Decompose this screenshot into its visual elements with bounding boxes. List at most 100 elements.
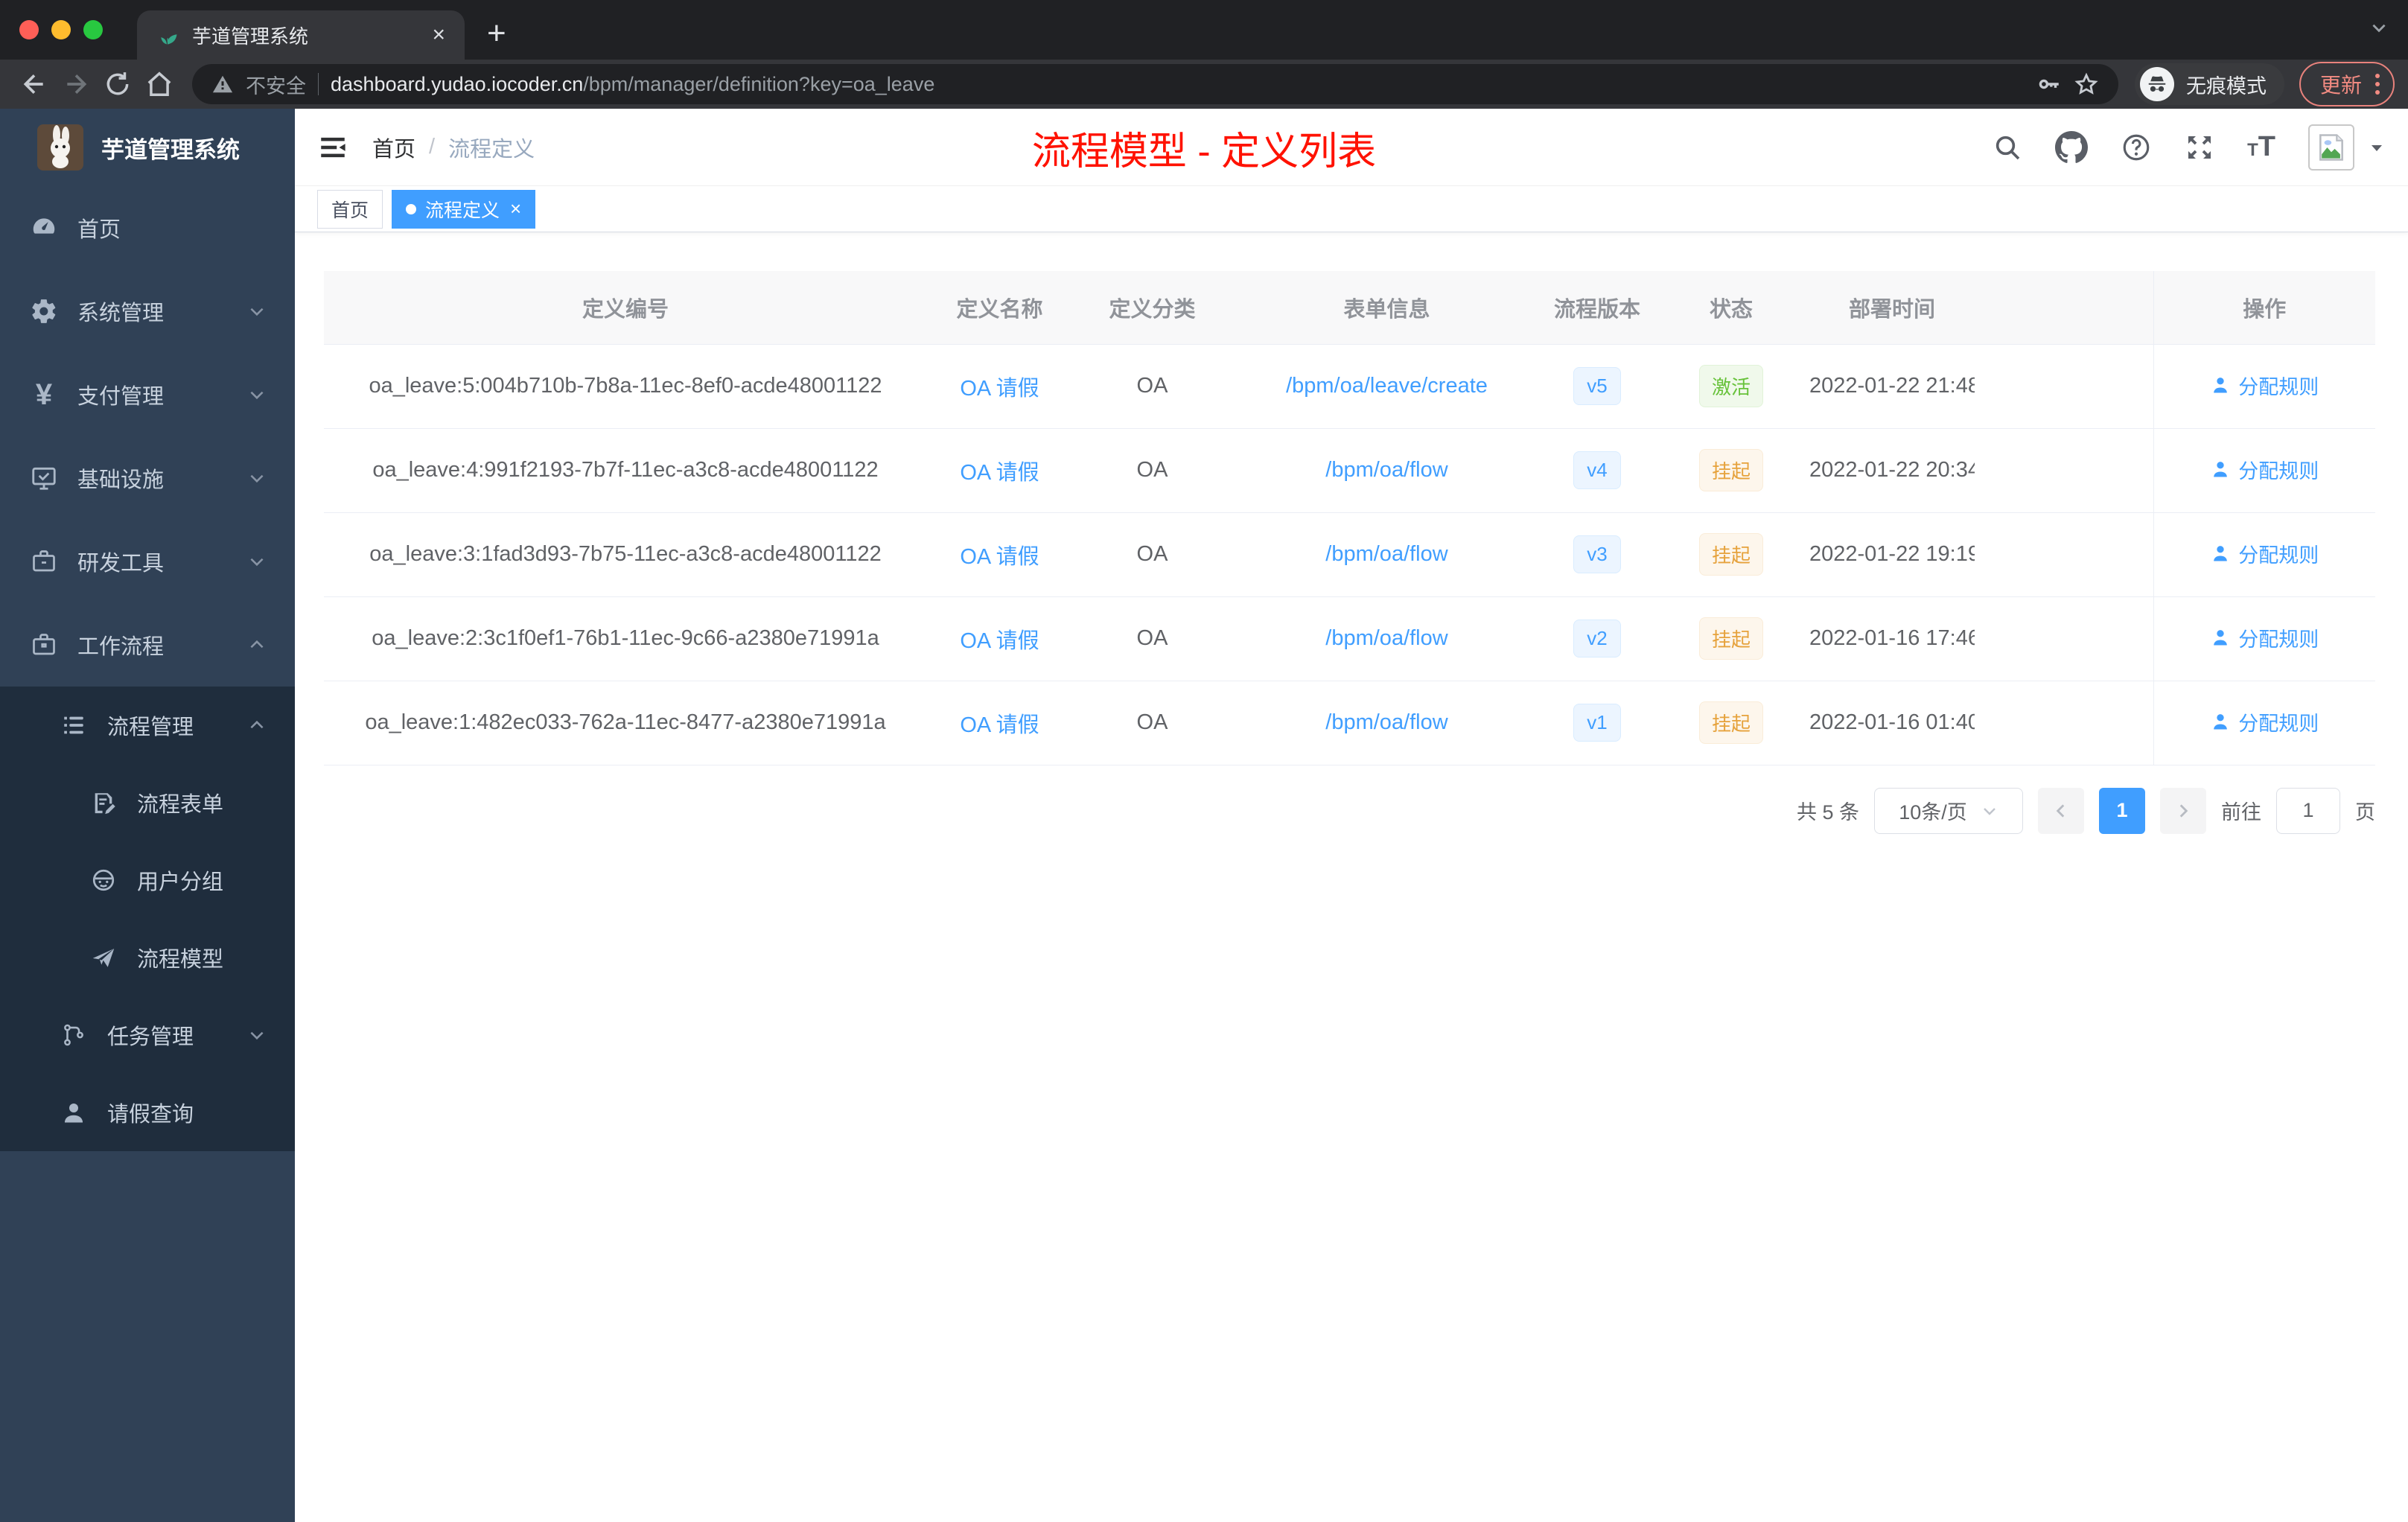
sidebar-item-process-form[interactable]: 流程表单 (0, 764, 295, 841)
column-header-category: 定义分类 (1072, 271, 1232, 345)
assign-rule-link[interactable]: 分配规则 (2210, 707, 2319, 736)
definition-name-link[interactable]: OA 请假 (960, 629, 1039, 653)
maximize-window-button[interactable] (83, 20, 103, 39)
cell-definition-id: oa_leave:1:482ec033-762a-11ec-8477-a2380… (324, 681, 927, 765)
new-tab-button[interactable]: + (487, 15, 506, 52)
definition-name-link[interactable]: OA 请假 (960, 713, 1039, 737)
form-link[interactable]: /bpm/oa/leave/create (1286, 374, 1488, 398)
status-badge: 挂起 (1698, 533, 1763, 576)
toolbox-icon (28, 548, 60, 575)
status-badge: 挂起 (1698, 701, 1763, 744)
version-badge: v3 (1573, 535, 1621, 573)
user-avatar-broken-image[interactable] (2308, 124, 2354, 171)
sidebar-item-task-management[interactable]: 任务管理 (0, 996, 295, 1074)
address-bar[interactable]: 不安全 dashboard.yudao.iocoder.cn/bpm/manag… (192, 64, 2118, 104)
window-controls (0, 20, 122, 39)
bookmark-star-icon[interactable] (2074, 71, 2099, 97)
chrome-update-button[interactable]: 更新 (2299, 62, 2395, 106)
page-content: 定义编号 定义名称 定义分类 表单信息 流程版本 状态 部署时间 操作 oa_l… (295, 232, 2408, 1522)
reload-button[interactable] (97, 63, 138, 105)
key-icon[interactable] (2036, 71, 2062, 97)
sidebar-item-home[interactable]: 首页 (0, 186, 295, 270)
tag-close-icon[interactable]: × (510, 197, 521, 220)
sidebar-item-infrastructure[interactable]: 基础设施 (0, 436, 295, 520)
home-button[interactable] (138, 63, 180, 105)
tag-label: 首页 (331, 200, 369, 221)
sidebar-item-dev-tools[interactable]: 研发工具 (0, 520, 295, 603)
avatar-caret-icon[interactable] (2368, 138, 2386, 156)
tab-search-icon[interactable] (2369, 18, 2389, 37)
cell-definition-id: oa_leave:2:3c1f0ef1-76b1-11ec-9c66-a2380… (324, 596, 927, 681)
browser-menu-icon[interactable] (2375, 74, 2380, 95)
assign-rule-link[interactable]: 分配规则 (2210, 623, 2319, 652)
update-label: 更新 (2319, 74, 2362, 97)
chevron-down-icon (247, 302, 267, 321)
prev-page-button[interactable] (2038, 787, 2084, 834)
help-icon[interactable] (2121, 132, 2152, 163)
sidebar-logo[interactable]: 芋道管理系统 (0, 109, 295, 186)
cell-category: OA (1072, 681, 1232, 765)
chevron-down-icon (247, 1025, 267, 1045)
column-header-spacer (1975, 271, 2153, 345)
assign-rule-link[interactable]: 分配规则 (2210, 539, 2319, 568)
definition-name-link[interactable]: OA 请假 (960, 545, 1039, 569)
github-icon[interactable] (2055, 130, 2089, 164)
cell-definition-id: oa_leave:5:004b710b-7b8a-11ec-8ef0-acde4… (324, 344, 927, 429)
search-icon[interactable] (1993, 133, 2022, 162)
sidebar-item-process-management[interactable]: 流程管理 (0, 687, 295, 764)
cell-deploy-time: 2022-01-16 17:46:53 (1809, 596, 1975, 681)
url-divider (318, 73, 319, 95)
form-link[interactable]: /bpm/oa/flow (1325, 458, 1447, 482)
cell-deploy-time: 2022-01-16 01:40:51 (1809, 681, 1975, 765)
definition-name-link[interactable]: OA 请假 (960, 461, 1039, 485)
forward-button[interactable] (55, 63, 97, 105)
tag-process-definition[interactable]: 流程定义 × (392, 189, 536, 229)
page-unit-label: 页 (2355, 801, 2375, 824)
sidebar-item-process-model[interactable]: 流程模型 (0, 919, 295, 996)
back-button[interactable] (13, 63, 55, 105)
breadcrumb-home[interactable]: 首页 (372, 132, 415, 163)
column-header-form: 表单信息 (1232, 271, 1541, 345)
chevron-up-icon (247, 635, 267, 655)
cell-category: OA (1072, 344, 1232, 429)
close-window-button[interactable] (19, 20, 39, 39)
tag-home[interactable]: 首页 (317, 189, 383, 229)
chevron-down-icon (247, 468, 267, 488)
sidebar-item-leave-query[interactable]: 请假查询 (0, 1074, 295, 1151)
column-header-actions: 操作 (2153, 271, 2375, 345)
assign-rule-link[interactable]: 分配规则 (2210, 371, 2319, 400)
briefcase-icon (28, 631, 60, 658)
page-number-button[interactable]: 1 (2099, 787, 2145, 834)
tag-label: 流程定义 (425, 200, 500, 221)
cell-category: OA (1072, 512, 1232, 597)
form-link[interactable]: /bpm/oa/flow (1325, 626, 1447, 650)
browser-toolbar: 不安全 dashboard.yudao.iocoder.cn/bpm/manag… (0, 60, 2408, 109)
navbar-actions: TT (1993, 124, 2386, 171)
definition-name-link[interactable]: OA 请假 (960, 377, 1039, 401)
goto-page-input[interactable] (2276, 787, 2340, 834)
security-label: 不安全 (246, 74, 306, 98)
form-link[interactable]: /bpm/oa/flow (1325, 542, 1447, 566)
minimize-window-button[interactable] (51, 20, 71, 39)
sidebar-fold-icon[interactable] (317, 132, 348, 163)
assign-rule-link[interactable]: 分配规则 (2210, 455, 2319, 484)
font-size-icon[interactable]: TT (2247, 131, 2275, 163)
sidebar-item-workflow[interactable]: 工作流程 (0, 603, 295, 687)
sidebar-item-label: 请假查询 (107, 1103, 194, 1127)
form-link[interactable]: /bpm/oa/flow (1325, 710, 1447, 734)
table-row: oa_leave:3:1fad3d93-7b75-11ec-a3c8-acde4… (324, 512, 2375, 597)
gear-icon (28, 297, 60, 325)
tab-close-icon[interactable]: × (432, 24, 445, 46)
table-row: oa_leave:2:3c1f0ef1-76b1-11ec-9c66-a2380… (324, 596, 2375, 681)
sidebar-item-payment[interactable]: ¥ 支付管理 (0, 353, 295, 436)
status-badge: 挂起 (1698, 449, 1763, 491)
sidebar-item-user-groups[interactable]: 用户分组 (0, 841, 295, 919)
monitor-icon (28, 464, 60, 492)
paper-plane-icon (88, 944, 119, 971)
sidebar-item-system[interactable]: 系统管理 (0, 270, 295, 353)
next-page-button[interactable] (2160, 787, 2206, 834)
page-size-select[interactable]: 10条/页 (1874, 787, 2023, 834)
fullscreen-icon[interactable] (2185, 133, 2214, 162)
sidebar-item-label: 系统管理 (77, 302, 165, 325)
browser-tab[interactable]: 芋道管理系统 × (137, 10, 465, 60)
